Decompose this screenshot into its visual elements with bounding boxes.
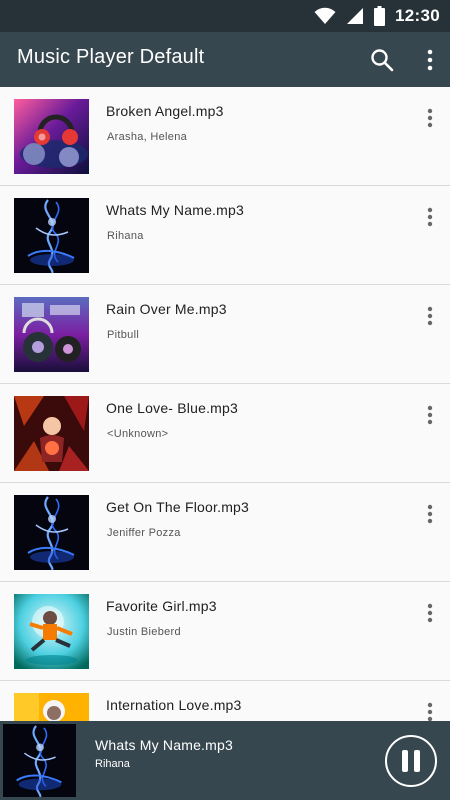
more-vert-icon <box>427 603 433 623</box>
pause-button[interactable] <box>385 735 437 787</box>
now-playing-album-art <box>3 724 76 797</box>
song-menu-button[interactable] <box>418 499 442 529</box>
music-player-screen: 12:30 Music Player Default Broken Angel.… <box>0 0 450 800</box>
pause-icon <box>414 750 420 772</box>
song-artist: Rihana <box>107 230 144 242</box>
overflow-menu-button[interactable] <box>408 38 450 82</box>
more-vert-icon <box>427 108 433 128</box>
song-list-item[interactable]: Rain Over Me.mp3 Pitbull <box>0 285 450 384</box>
song-list[interactable]: Broken Angel.mp3 Arasha, Helena Whats My <box>0 87 450 721</box>
song-title: Broken Angel.mp3 <box>106 103 224 119</box>
song-menu-button[interactable] <box>418 697 442 721</box>
song-title: Internation Love.mp3 <box>106 697 242 713</box>
song-list-item[interactable]: Get On The Floor.mp3 Jeniffer Pozza <box>0 483 450 582</box>
song-list-item[interactable]: Internation Love.mp3 <box>0 681 450 721</box>
song-list-item[interactable]: Whats My Name.mp3 Rihana <box>0 186 450 285</box>
status-time: 12:30 <box>395 6 440 25</box>
song-title: One Love- Blue.mp3 <box>106 400 239 416</box>
status-bar: 12:30 <box>0 0 450 32</box>
song-artist: Jeniffer Pozza <box>107 527 181 539</box>
battery-icon <box>374 6 386 26</box>
search-icon <box>371 49 394 72</box>
song-title: Rain Over Me.mp3 <box>106 301 227 317</box>
app-bar: Music Player Default <box>0 32 450 87</box>
album-art <box>14 495 89 570</box>
more-vert-icon <box>427 306 433 326</box>
now-playing-title: Whats My Name.mp3 <box>95 737 233 753</box>
status-icons: 12:30 <box>314 0 450 32</box>
album-art <box>14 198 89 273</box>
song-title: Favorite Girl.mp3 <box>106 598 217 614</box>
song-menu-button[interactable] <box>418 301 442 331</box>
wifi-icon <box>314 7 336 24</box>
more-vert-icon <box>427 504 433 524</box>
song-list-item[interactable]: One Love- Blue.mp3 <Unknown> <box>0 384 450 483</box>
search-button[interactable] <box>360 38 404 82</box>
song-title: Get On The Floor.mp3 <box>106 499 250 515</box>
more-vert-icon <box>427 702 433 721</box>
song-menu-button[interactable] <box>418 103 442 133</box>
song-artist: Justin Bieberd <box>107 626 181 638</box>
song-artist: Pitbull <box>107 329 140 341</box>
more-vert-icon <box>427 207 433 227</box>
song-list-item[interactable]: Favorite Girl.mp3 Justin Bieberd <box>0 582 450 681</box>
album-art <box>14 594 89 669</box>
song-menu-button[interactable] <box>418 598 442 628</box>
song-artist: <Unknown> <box>107 428 169 440</box>
more-vert-icon <box>427 49 433 71</box>
album-art <box>14 396 89 471</box>
album-art <box>14 297 89 372</box>
cell-signal-icon <box>347 8 364 24</box>
album-art <box>14 99 89 174</box>
pause-icon <box>402 750 408 772</box>
more-vert-icon <box>427 405 433 425</box>
song-title: Whats My Name.mp3 <box>106 202 244 218</box>
song-menu-button[interactable] <box>418 202 442 232</box>
song-menu-button[interactable] <box>418 400 442 430</box>
album-art <box>14 693 89 721</box>
now-playing-bar[interactable]: Whats My Name.mp3 Rihana <box>0 721 450 800</box>
song-artist: Arasha, Helena <box>107 131 188 143</box>
song-list-item[interactable]: Broken Angel.mp3 Arasha, Helena <box>0 87 450 186</box>
app-title: Music Player Default <box>17 46 205 68</box>
now-playing-artist: Rihana <box>95 758 130 770</box>
